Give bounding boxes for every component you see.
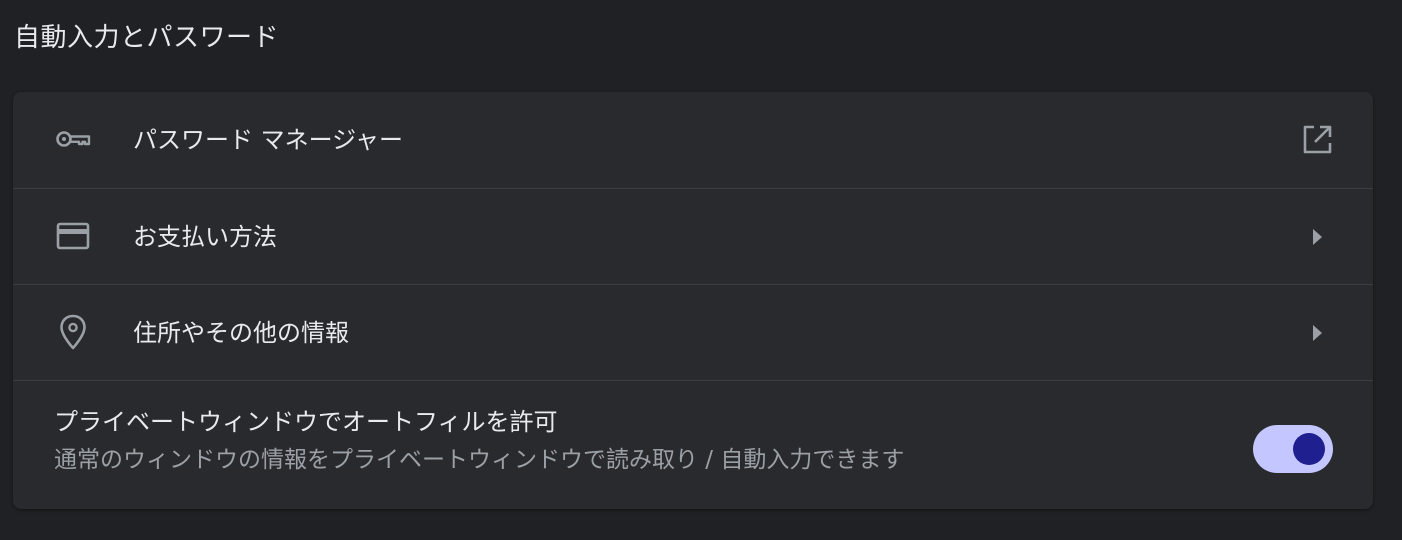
password-manager-row[interactable]: パスワード マネージャー: [13, 92, 1373, 188]
open-in-new-icon[interactable]: [1297, 120, 1337, 160]
section-title: 自動入力とパスワード: [14, 23, 280, 53]
payment-methods-label: お支払い方法: [133, 223, 277, 251]
private-autofill-row: プライベートウィンドウでオートフィルを許可 通常のウィンドウの情報をプライベート…: [13, 380, 1373, 509]
credit-card-icon: [53, 216, 93, 256]
key-icon: [53, 119, 93, 159]
payment-methods-row[interactable]: お支払い方法: [13, 188, 1373, 285]
chevron-right-icon: [1297, 313, 1337, 353]
private-autofill-toggle[interactable]: [1253, 425, 1333, 473]
private-autofill-text: プライベートウィンドウでオートフィルを許可 通常のウィンドウの情報をプライベート…: [54, 403, 904, 479]
private-autofill-description: 通常のウィンドウの情報をプライベートウィンドウで読み取り / 自動入力できます: [54, 447, 905, 473]
private-autofill-label: プライベートウィンドウでオートフィルを許可: [54, 408, 558, 436]
password-manager-label: パスワード マネージャー: [133, 126, 403, 154]
autofill-card: パスワード マネージャー お支払い方法 住所やその他の情報 プライベートウィンド…: [13, 92, 1373, 509]
toggle-knob: [1293, 433, 1325, 465]
addresses-row[interactable]: 住所やその他の情報: [13, 284, 1373, 381]
addresses-label: 住所やその他の情報: [133, 319, 349, 347]
chevron-right-icon: [1297, 217, 1337, 257]
location-pin-icon: [53, 312, 93, 352]
settings-page: 自動入力とパスワード パスワード マネージャー お支払い方法 住所やその他の情報…: [0, 0, 1402, 540]
